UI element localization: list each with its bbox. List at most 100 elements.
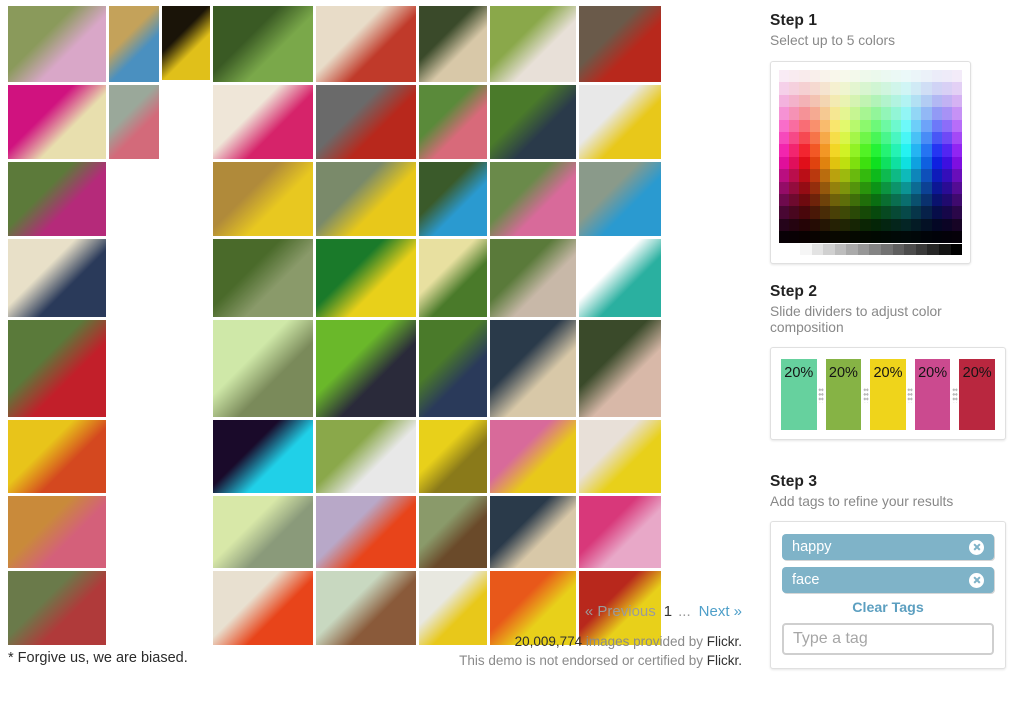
color-swatch[interactable]: [860, 169, 871, 182]
baby-swing-photo[interactable]: [109, 6, 159, 82]
kitten-grass-photo[interactable]: [213, 320, 313, 417]
color-swatch[interactable]: [850, 94, 861, 108]
grayscale-swatch[interactable]: [869, 244, 882, 256]
pink-daisy-photo[interactable]: [490, 420, 576, 493]
color-swatch[interactable]: [901, 70, 912, 83]
boy-yellow-shirt-photo[interactable]: [316, 162, 416, 236]
color-swatch[interactable]: [860, 218, 871, 232]
color-swatch[interactable]: [789, 82, 800, 95]
color-swatch[interactable]: [941, 70, 952, 83]
grayscale-swatch[interactable]: [927, 244, 939, 256]
grayscale-swatch[interactable]: [834, 244, 847, 256]
color-swatch[interactable]: [850, 107, 861, 120]
color-swatch[interactable]: [941, 218, 952, 232]
color-swatch[interactable]: [870, 144, 881, 157]
color-swatch[interactable]: [829, 107, 841, 120]
color-swatch[interactable]: [819, 156, 830, 170]
color-swatch[interactable]: [870, 218, 881, 232]
color-swatch[interactable]: [860, 107, 871, 120]
smile-sign-photo[interactable]: [579, 420, 661, 493]
color-swatch[interactable]: [779, 131, 790, 145]
grayscale-swatch[interactable]: [881, 244, 893, 256]
pumpkin-baby-photo[interactable]: [8, 496, 106, 568]
color-swatch[interactable]: [941, 156, 952, 170]
color-swatch[interactable]: [819, 107, 830, 120]
color-swatch[interactable]: [789, 218, 800, 232]
yellow-figures-photo[interactable]: [213, 162, 313, 236]
color-swatch[interactable]: [941, 169, 952, 182]
color-swatch[interactable]: [880, 82, 891, 95]
grayscale-swatch[interactable]: [800, 244, 812, 256]
color-swatch[interactable]: [860, 144, 871, 157]
man-outdoor-photo[interactable]: [579, 320, 661, 417]
pink-flowers-photo[interactable]: [8, 162, 106, 236]
color-segment[interactable]: 20%: [825, 359, 862, 430]
heart-candy-photo[interactable]: [8, 85, 106, 159]
color-swatch[interactable]: [911, 218, 922, 232]
color-swatch[interactable]: [779, 94, 790, 108]
woman-green-photo[interactable]: [419, 162, 487, 236]
color-swatch[interactable]: [799, 206, 810, 219]
color-swatch[interactable]: [799, 94, 810, 108]
color-swatch[interactable]: [829, 193, 841, 207]
color-swatch[interactable]: [941, 144, 952, 157]
color-swatch[interactable]: [921, 181, 932, 194]
legs-socks-photo[interactable]: [8, 239, 106, 317]
color-swatch[interactable]: [799, 193, 810, 207]
color-swatch[interactable]: [809, 156, 820, 170]
color-swatch[interactable]: [840, 206, 851, 219]
grayscale-swatch[interactable]: [846, 244, 858, 256]
color-swatch[interactable]: [819, 193, 830, 207]
color-swatch[interactable]: [870, 206, 881, 219]
grayscale-swatch[interactable]: [857, 244, 870, 256]
color-swatch[interactable]: [901, 82, 912, 95]
snow-leopard-photo[interactable]: [109, 85, 159, 159]
color-swatch[interactable]: [901, 144, 912, 157]
color-swatch[interactable]: [901, 193, 912, 207]
color-swatch[interactable]: [911, 82, 922, 95]
color-swatch[interactable]: [809, 82, 820, 95]
color-swatch[interactable]: [840, 144, 851, 157]
tiedye-couple-photo[interactable]: [316, 496, 416, 568]
color-swatch[interactable]: [850, 156, 861, 170]
flower-bed-photo[interactable]: [8, 6, 106, 82]
color-swatch[interactable]: [890, 131, 902, 145]
color-swatch[interactable]: [860, 181, 871, 194]
color-swatch[interactable]: [829, 156, 841, 170]
color-swatch[interactable]: [840, 156, 851, 170]
color-swatch[interactable]: [860, 156, 871, 170]
color-swatch[interactable]: [951, 218, 963, 232]
color-swatch[interactable]: [890, 218, 902, 232]
color-swatch[interactable]: [911, 131, 922, 145]
color-swatch[interactable]: [931, 218, 942, 232]
color-swatch[interactable]: [941, 94, 952, 108]
color-swatch[interactable]: [829, 218, 841, 232]
color-swatch[interactable]: [819, 131, 830, 145]
color-swatch[interactable]: [789, 131, 800, 145]
color-swatch[interactable]: [931, 193, 942, 207]
color-swatch[interactable]: [951, 231, 963, 244]
color-swatch[interactable]: [921, 144, 932, 157]
color-swatch[interactable]: [809, 181, 820, 194]
color-swatch[interactable]: [870, 94, 881, 108]
remove-tag-icon[interactable]: [969, 572, 984, 588]
color-swatch[interactable]: [951, 181, 963, 194]
color-swatch[interactable]: [840, 181, 851, 194]
baby-playpen2-photo[interactable]: [490, 496, 576, 568]
color-swatch[interactable]: [850, 144, 861, 157]
color-swatch[interactable]: [921, 206, 932, 219]
color-swatch[interactable]: [890, 70, 902, 83]
color-swatch[interactable]: [890, 193, 902, 207]
color-swatch[interactable]: [829, 70, 841, 83]
color-swatch[interactable]: [951, 206, 963, 219]
color-swatch[interactable]: [799, 169, 810, 182]
color-swatch[interactable]: [901, 169, 912, 182]
current-page-number[interactable]: 1: [664, 602, 672, 622]
color-swatch[interactable]: [870, 169, 881, 182]
color-swatch[interactable]: [840, 70, 851, 83]
color-swatch[interactable]: [931, 82, 942, 95]
sleepyhead-photo[interactable]: [419, 239, 487, 317]
color-swatch[interactable]: [880, 94, 891, 108]
bee-cartoon-photo[interactable]: [579, 85, 661, 159]
color-swatch[interactable]: [890, 107, 902, 120]
